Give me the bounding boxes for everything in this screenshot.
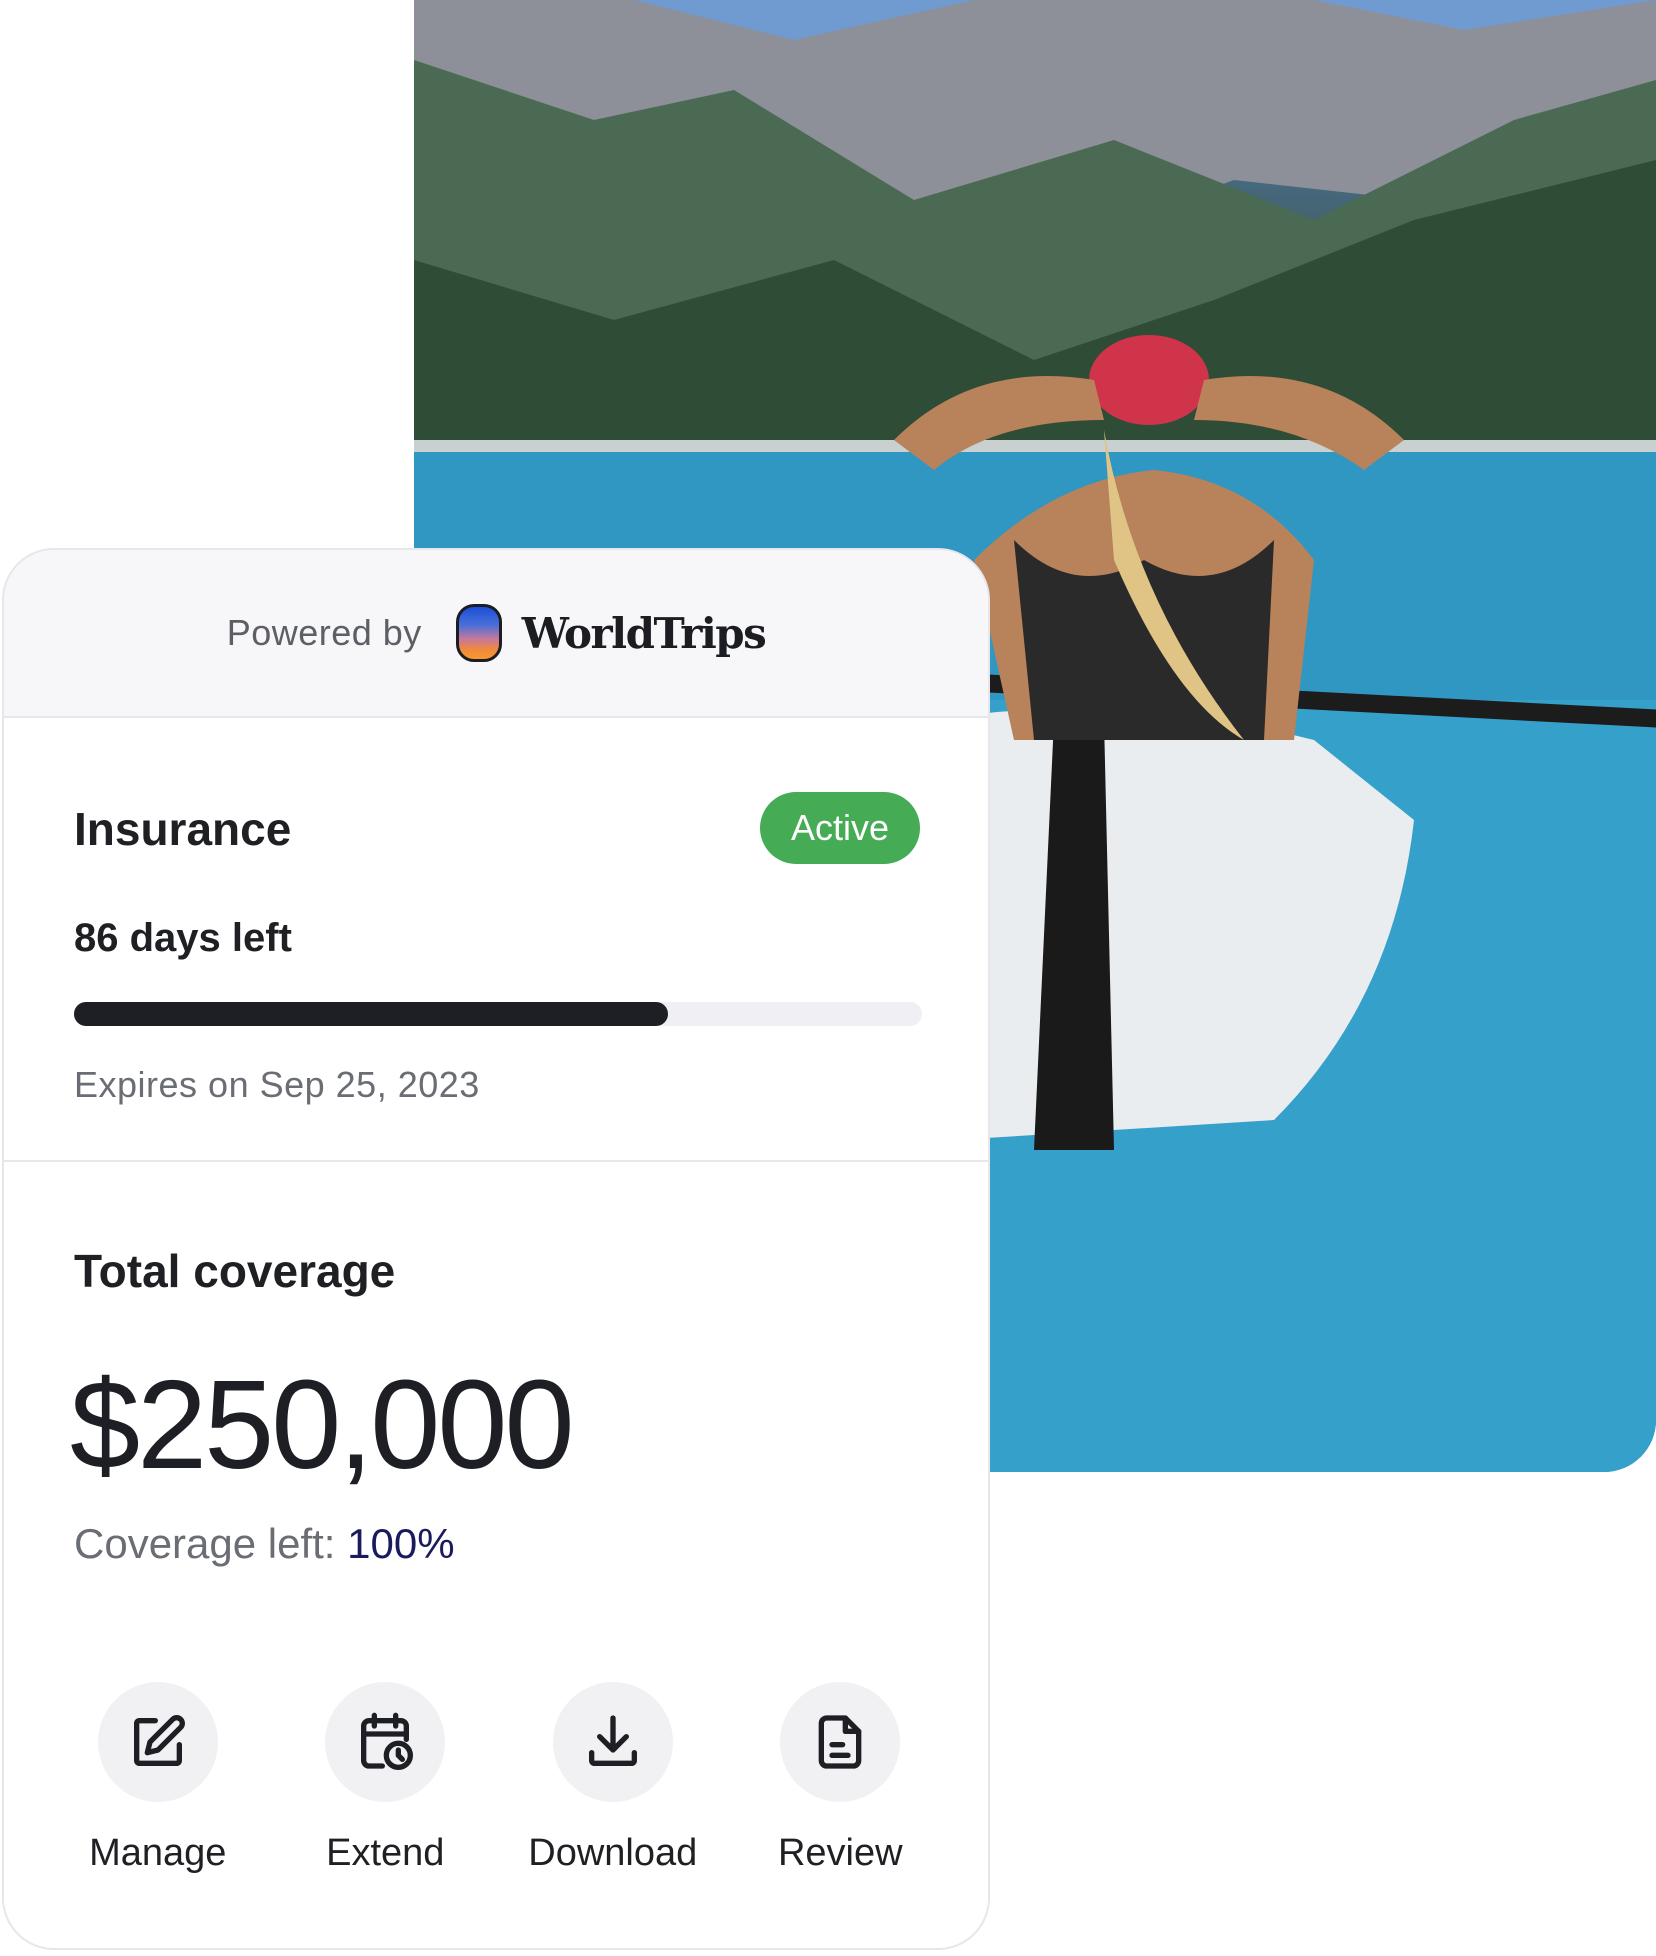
review-button[interactable]: Review <box>727 1682 955 1875</box>
download-button-circle[interactable] <box>552 1682 673 1802</box>
extend-button-label: Extend <box>326 1832 445 1874</box>
expiry-date: Expires on Sep 25, 2023 <box>74 1064 480 1105</box>
insurance-card: Powered by WorldTrips Insurance Active 8… <box>2 548 990 1950</box>
coverage-left-value: 100% <box>347 1520 455 1567</box>
manage-button[interactable]: Manage <box>44 1682 272 1875</box>
manage-button-label: Manage <box>89 1832 227 1874</box>
brand-name: WorldTrips <box>521 608 767 658</box>
download-button-label: Download <box>528 1832 698 1874</box>
days-progress-fill <box>74 1002 668 1026</box>
review-button-label: Review <box>777 1832 903 1874</box>
brand: WorldTrips <box>455 604 767 662</box>
review-button-circle[interactable] <box>780 1682 901 1802</box>
document-icon <box>818 1715 862 1769</box>
insurance-title: Insurance <box>74 803 292 855</box>
download-button[interactable]: Download <box>499 1682 727 1875</box>
action-bar: Manage Extend Download Review <box>44 1682 954 1875</box>
extend-button[interactable]: Extend <box>272 1682 500 1875</box>
coverage-left-label: Coverage left: <box>74 1520 336 1567</box>
extend-button-circle[interactable] <box>325 1682 446 1802</box>
download-icon <box>588 1715 637 1766</box>
edit-icon <box>133 1715 185 1766</box>
coverage-section: Total coverage $250,000 Coverage left: 1… <box>4 1162 988 1948</box>
coverage-title: Total coverage <box>74 1245 396 1297</box>
card-header: Powered by WorldTrips <box>4 550 988 718</box>
manage-button-circle[interactable] <box>97 1682 218 1802</box>
coverage-left: Coverage left: 100% <box>74 1520 455 1568</box>
insurance-section: Insurance Active 86 days left Expires on… <box>4 718 988 1162</box>
powered-by-label: Powered by <box>226 612 422 653</box>
days-progress-bar <box>74 1002 922 1026</box>
worldtrips-logo-icon <box>455 604 502 662</box>
calendar-clock-icon <box>361 1712 414 1770</box>
coverage-amount: $250,000 <box>70 1354 575 1495</box>
status-badge: Active <box>760 792 920 864</box>
days-left: 86 days left <box>74 916 292 960</box>
